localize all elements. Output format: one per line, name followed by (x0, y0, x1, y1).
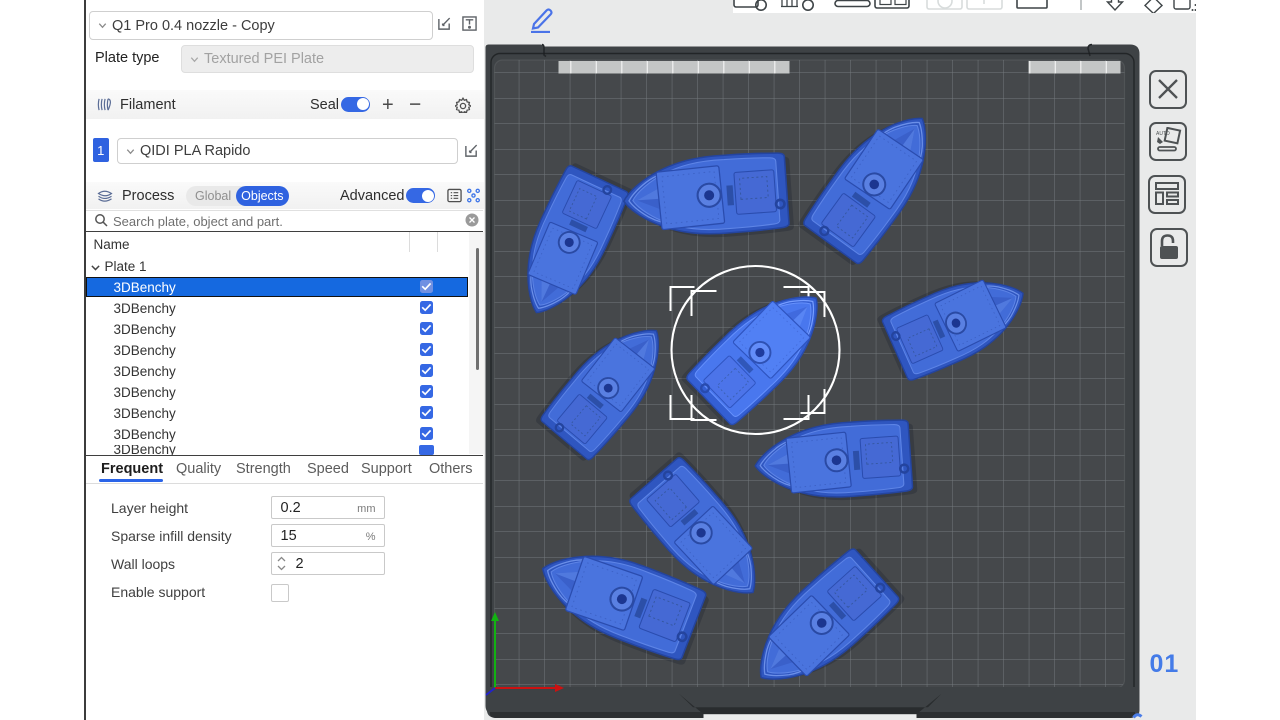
svg-text:AUTO: AUTO (1156, 131, 1170, 137)
